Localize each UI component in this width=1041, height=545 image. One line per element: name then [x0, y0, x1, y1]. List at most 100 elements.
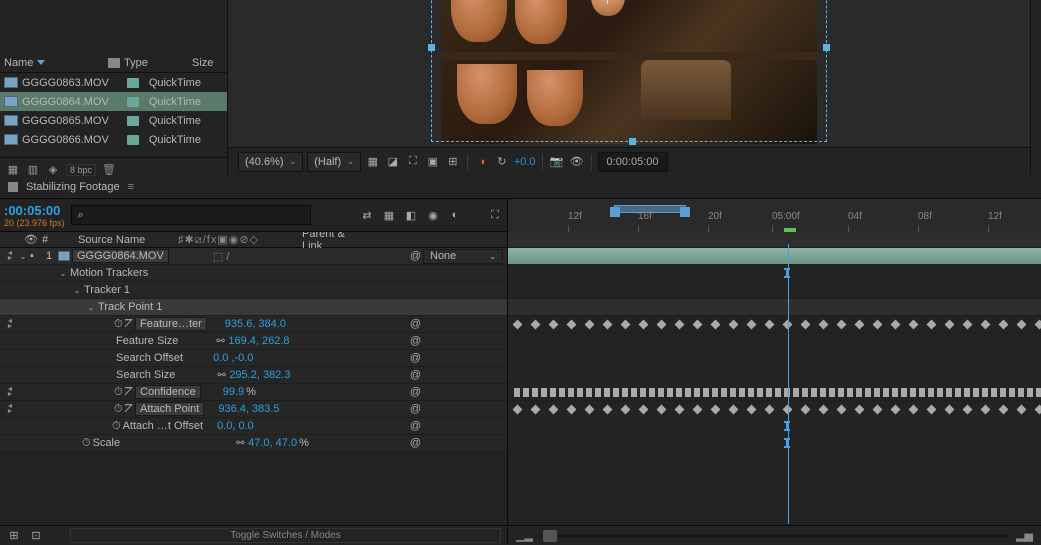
keyframe-icon[interactable] — [981, 405, 991, 415]
keyframe-icon[interactable] — [937, 388, 943, 397]
keyframe-icon[interactable] — [603, 405, 613, 415]
keyframe-icon[interactable] — [838, 388, 844, 397]
reset-exposure-icon[interactable]: ↻ — [494, 154, 510, 170]
preview-timecode[interactable]: 0:00:05:00 — [598, 152, 668, 172]
comp-mini-flowchart-icon[interactable]: ⇄ — [359, 207, 375, 223]
keyframe-icon[interactable] — [793, 388, 799, 397]
stopwatch-icon[interactable]: ⏱ — [114, 403, 123, 416]
prop-value[interactable]: 0.0, 0.0 — [217, 420, 254, 432]
draft3d-icon[interactable]: ▦ — [381, 207, 397, 223]
keyframe-icon[interactable] — [531, 320, 541, 330]
keyframe-nav-icon[interactable]: ◄► — [4, 248, 16, 265]
prop-value[interactable]: 169.4, 262.8 — [228, 335, 289, 347]
keyframe-icon[interactable] — [649, 388, 655, 397]
keyframe-icon[interactable] — [549, 320, 559, 330]
keyframe-icon[interactable] — [766, 388, 772, 397]
keyframe-icon[interactable] — [883, 388, 889, 397]
zoom-out-icon[interactable]: ▁▂ — [516, 529, 533, 542]
keyframe-icon[interactable] — [775, 388, 781, 397]
keyframe-icon[interactable] — [855, 320, 865, 330]
keyframe-icon[interactable] — [639, 405, 649, 415]
guides-icon[interactable]: ⊞ — [445, 154, 461, 170]
prop-value[interactable]: 47.0, 47.0 — [248, 437, 297, 449]
keyframe-icon[interactable] — [757, 388, 763, 397]
keyframe-icon[interactable] — [909, 320, 919, 330]
keyframe-icon[interactable] — [873, 320, 883, 330]
pickwhip-icon[interactable]: @ — [410, 318, 421, 330]
keyframe-icon[interactable] — [892, 388, 898, 397]
property-row-attach-offset[interactable]: ⏱Attach …t Offset0.0, 0.0@ — [0, 418, 507, 435]
keyframe-icon[interactable] — [658, 388, 664, 397]
pickwhip-icon[interactable]: @ — [410, 403, 421, 415]
bit-depth-button[interactable]: 8 bpc — [66, 164, 96, 176]
property-row-attach-point[interactable]: ◄►⏱⦢Attach Point936.4, 383.5@ — [0, 401, 507, 418]
pickwhip-icon[interactable]: @ — [410, 335, 421, 347]
keyframe-icon[interactable] — [748, 388, 754, 397]
keyframe-icon[interactable] — [819, 405, 829, 415]
keyframe-icon[interactable] — [963, 405, 973, 415]
keyframe-icon[interactable] — [811, 388, 817, 397]
keyframe-icon[interactable] — [585, 405, 595, 415]
channel-icon[interactable]: ◑ — [474, 154, 490, 170]
keyframe-icon[interactable] — [991, 388, 997, 397]
keyframe-icon[interactable] — [721, 388, 727, 397]
keyframe-icon[interactable] — [1000, 388, 1006, 397]
keyframe-icon[interactable] — [910, 388, 916, 397]
pickwhip-icon[interactable]: @ — [410, 369, 421, 381]
keyframe-icon[interactable] — [865, 388, 871, 397]
keyframe-icon[interactable] — [855, 405, 865, 415]
keyframe-icon[interactable] — [640, 388, 646, 397]
keyframe-icon[interactable] — [729, 320, 739, 330]
keyframe-icon[interactable] — [657, 320, 667, 330]
keyframe-icon[interactable] — [685, 388, 691, 397]
transparency-grid-icon[interactable]: ▦ — [365, 154, 381, 170]
keyframe-icon[interactable] — [837, 405, 847, 415]
keyframe-icon[interactable] — [693, 320, 703, 330]
keyframe-icon[interactable] — [945, 405, 955, 415]
stopwatch-icon[interactable]: ⏱ — [114, 386, 123, 399]
keyframe-icon[interactable] — [765, 405, 775, 415]
keyframe-icon[interactable] — [1027, 388, 1033, 397]
property-row-feature-center[interactable]: ◄►⏱⦢Feature…ter935.6, 384.0@ — [0, 316, 507, 333]
zoom-thumb[interactable] — [543, 530, 557, 542]
keyframe-icon[interactable] — [657, 405, 667, 415]
keyframe-icon[interactable] — [856, 388, 862, 397]
keyframe-icon[interactable] — [891, 320, 901, 330]
keyframe-icon[interactable] — [559, 388, 565, 397]
keyframe-icon[interactable] — [964, 388, 970, 397]
constrain-icon[interactable]: ⚯ — [216, 336, 226, 347]
tab-menu-icon[interactable]: ≡ — [128, 181, 134, 193]
prop-value[interactable]: 935.6, 384.0 — [225, 318, 286, 330]
keyframe-icon[interactable] — [523, 388, 529, 397]
prop-value[interactable]: 0.0 ,-0.0 — [213, 352, 253, 364]
toggle-switches-button[interactable]: Toggle Switches / Modes — [70, 528, 501, 543]
keyframe-icon[interactable] — [567, 405, 577, 415]
motion-trackers-group[interactable]: ⌄Motion Trackers — [0, 265, 507, 282]
keyframe-icon[interactable] — [955, 388, 961, 397]
layer-name[interactable]: GGGG0864.MOV — [72, 249, 169, 263]
keyframe-icon[interactable] — [567, 320, 577, 330]
keyframe-icon[interactable] — [963, 320, 973, 330]
prop-value[interactable]: 295.2, 382.3 — [229, 369, 290, 381]
keyframe-icon[interactable] — [874, 388, 880, 397]
keyframe-icon[interactable] — [603, 320, 613, 330]
prop-value[interactable]: 936.4, 383.5 — [218, 403, 279, 415]
keyframe-icon[interactable] — [837, 320, 847, 330]
keyframe-icon[interactable] — [981, 320, 991, 330]
constrain-icon[interactable]: ⚯ — [217, 370, 227, 381]
property-row-confidence[interactable]: ◄►⏱⦢Confidence99.9 %@ — [0, 384, 507, 401]
keyframe-icon[interactable] — [676, 388, 682, 397]
parent-dropdown[interactable]: None⌄ — [423, 249, 503, 264]
layer-row[interactable]: ◄► ⌄ ▪ 1 GGGG0864.MOV ⬚ / @ None⌄ — [0, 248, 507, 265]
mask-toggle-icon[interactable]: ◪ — [385, 154, 401, 170]
pickwhip-icon[interactable]: @ — [410, 352, 421, 364]
stopwatch-icon[interactable]: ⏱ — [82, 437, 91, 450]
resolution-dropdown[interactable]: (Half)⌄ — [307, 152, 361, 172]
keyframe-icon[interactable] — [919, 388, 925, 397]
keyframe-icon[interactable] — [909, 405, 919, 415]
keyframe-icon[interactable] — [586, 388, 592, 397]
pickwhip-icon[interactable]: @ — [410, 437, 421, 449]
keyframe-icon[interactable] — [568, 388, 574, 397]
keyframe-icon[interactable] — [927, 320, 937, 330]
toggle-switches-icon[interactable]: ⊞ — [6, 528, 22, 544]
